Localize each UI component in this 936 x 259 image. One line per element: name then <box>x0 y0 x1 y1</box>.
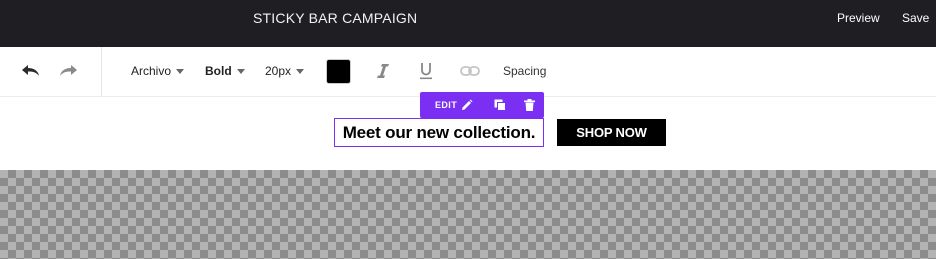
element-edit-popup: EDIT <box>420 92 544 118</box>
headline-text-block[interactable]: Meet our new collection. <box>334 118 544 147</box>
transparent-background <box>0 170 936 259</box>
shop-now-button[interactable]: SHOP NOW <box>557 119 666 146</box>
toolbar-divider <box>101 47 102 96</box>
italic-icon[interactable] <box>374 60 392 82</box>
font-family-value: Archivo <box>131 64 172 78</box>
font-family-select[interactable]: Archivo <box>131 64 185 78</box>
text-color-swatch[interactable] <box>326 59 351 84</box>
redo-icon[interactable] <box>57 60 81 82</box>
chevron-down-icon <box>296 69 305 74</box>
preview-button[interactable]: Preview <box>837 11 880 25</box>
link-icon[interactable] <box>459 61 481 81</box>
campaign-title: STICKY BAR CAMPAIGN <box>253 10 418 26</box>
font-size-select[interactable]: 20px <box>265 64 305 78</box>
edit-button[interactable]: EDIT <box>435 100 457 110</box>
underline-icon[interactable] <box>417 60 435 82</box>
chevron-down-icon <box>176 69 185 74</box>
duplicate-icon[interactable] <box>493 98 507 112</box>
font-weight-value: Bold <box>205 64 232 78</box>
font-weight-select[interactable]: Bold <box>205 64 245 78</box>
headline-text[interactable]: Meet our new collection. <box>343 123 536 143</box>
trash-icon[interactable] <box>522 98 536 112</box>
font-size-value: 20px <box>265 64 292 78</box>
pencil-icon[interactable] <box>460 98 474 112</box>
formatting-toolbar: Archivo Bold 20px Spacing <box>0 47 936 97</box>
top-bar: STICKY BAR CAMPAIGN Preview Save <box>0 0 936 47</box>
save-button[interactable]: Save <box>902 11 929 25</box>
chevron-down-icon <box>236 69 245 74</box>
undo-icon[interactable] <box>18 60 42 82</box>
spacing-button[interactable]: Spacing <box>503 64 546 78</box>
